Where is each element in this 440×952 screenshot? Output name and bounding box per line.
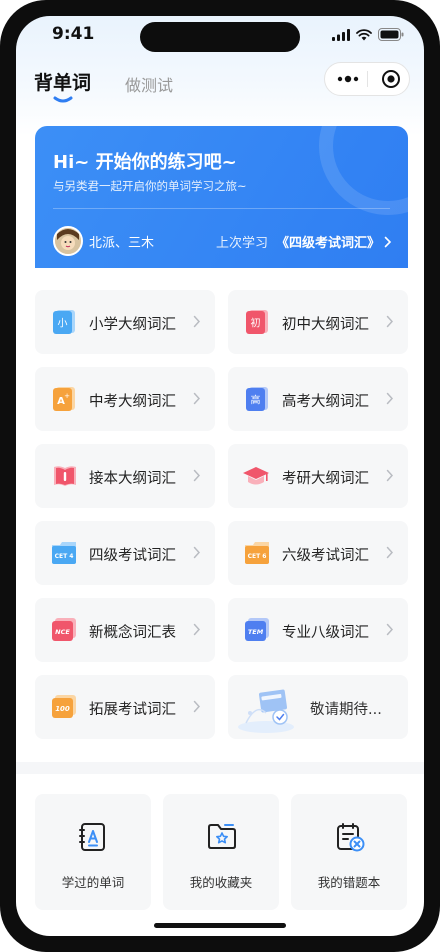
- category-label: 中考大纲词汇: [89, 394, 176, 410]
- learned-words-button[interactable]: 学过的单词: [35, 794, 151, 910]
- phone-frame: 9:41 背单词 做测试 Hi~ 开始你的练习吧~ 与另类君一起开启你的单词学习…: [0, 0, 440, 952]
- category-postgraduate[interactable]: 考研大纲词汇: [228, 444, 408, 508]
- category-label: 考研大纲词汇: [282, 471, 369, 487]
- mistake-book-label: 我的错题本: [317, 875, 381, 890]
- category-label: 敬请期待...: [310, 702, 382, 718]
- chevron-right-icon: [193, 315, 201, 328]
- cet4-icon: CET 4: [52, 542, 76, 564]
- graduation-cap-icon: [243, 467, 269, 485]
- capsule-divider: [367, 71, 368, 87]
- chevron-right-icon: [386, 546, 394, 559]
- category-senior-entrance[interactable]: A + 中考大纲词汇: [35, 367, 215, 431]
- category-label: 新概念词汇表: [89, 625, 176, 641]
- svg-text:CET 6: CET 6: [248, 553, 267, 560]
- more-options-icon[interactable]: [337, 73, 359, 85]
- svg-text:初: 初: [251, 317, 261, 330]
- learned-words-icon: [79, 823, 105, 851]
- category-label: 接本大纲词汇: [89, 471, 176, 487]
- category-label: 小学大纲词汇: [89, 317, 176, 333]
- nce-icon: NCE: [52, 618, 76, 641]
- score-100-icon: 100: [52, 695, 76, 718]
- category-primary-school[interactable]: 小 小学大纲词汇: [35, 290, 215, 354]
- wifi-icon: [356, 28, 372, 40]
- home-indicator: [154, 923, 286, 928]
- chevron-right-icon: [386, 392, 394, 405]
- chevron-right-icon: [386, 469, 394, 482]
- category-extended-exams[interactable]: 100 拓展考试词汇: [35, 675, 215, 739]
- battery-icon: [378, 28, 404, 41]
- favorites-label: 我的收藏夹: [189, 875, 253, 890]
- chevron-right-icon: [193, 546, 201, 559]
- mistake-book-button[interactable]: 我的错题本: [291, 794, 407, 910]
- category-cet6[interactable]: CET 6 六级考试词汇: [228, 521, 408, 585]
- chevron-right-icon: [386, 315, 394, 328]
- coming-soon-illustration-icon: [238, 689, 294, 733]
- banner-subtitle: 与另类君一起开启你的单词学习之旅~: [53, 179, 247, 193]
- svg-text:CET 4: CET 4: [55, 553, 74, 560]
- last-study-link[interactable]: 上次学习 《四级考试词汇》: [216, 232, 392, 251]
- chevron-right-icon: [193, 469, 201, 482]
- category-label: 专业八级词汇: [282, 625, 369, 641]
- category-label: 六级考试词汇: [282, 548, 369, 564]
- category-label: 拓展考试词汇: [89, 702, 176, 718]
- svg-text:NCE: NCE: [55, 628, 70, 636]
- banner-authors: 北派、三木: [89, 236, 155, 251]
- avatar-face-icon: [55, 228, 81, 254]
- favorites-button[interactable]: 我的收藏夹: [163, 794, 279, 910]
- book-icon: [54, 466, 76, 486]
- tab-take-test[interactable]: 做测试: [125, 72, 173, 96]
- xiao-icon: 小: [53, 310, 75, 334]
- category-label: 初中大纲词汇: [282, 317, 369, 333]
- svg-text:高: 高: [251, 394, 261, 407]
- active-tab-indicator: [53, 96, 73, 103]
- category-junior-high[interactable]: 初 初中大纲词汇: [228, 290, 408, 354]
- category-tem8[interactable]: TEM 专业八级词汇: [228, 598, 408, 662]
- mini-program-capsule: [324, 62, 410, 96]
- section-divider: [16, 762, 424, 774]
- svg-text:100: 100: [55, 705, 70, 713]
- svg-text:+: +: [64, 392, 70, 400]
- mistake-book-icon: [337, 823, 365, 852]
- category-cet4[interactable]: CET 4 四级考试词汇: [35, 521, 215, 585]
- category-college-entrance[interactable]: 高 高考大纲词汇: [228, 367, 408, 431]
- last-study-label: 上次学习: [215, 236, 268, 251]
- svg-text:小: 小: [58, 318, 68, 330]
- welcome-banner: Hi~ 开始你的练习吧~ 与另类君一起开启你的单词学习之旅~ 北派、三木 上次学…: [35, 126, 408, 268]
- status-time: 9:41: [52, 24, 95, 44]
- chevron-right-icon: [384, 236, 392, 247]
- a-plus-icon: A +: [53, 387, 75, 411]
- tab-memorize-words[interactable]: 背单词: [34, 68, 91, 95]
- banner-divider: [53, 208, 390, 209]
- chevron-right-icon: [193, 623, 201, 636]
- banner-decoration: [319, 126, 408, 215]
- category-coming-soon: 敬请期待...: [228, 675, 408, 739]
- category-upgrade-bachelor[interactable]: 接本大纲词汇: [35, 444, 215, 508]
- tem-icon: TEM: [245, 618, 269, 641]
- svg-text:TEM: TEM: [248, 628, 264, 636]
- favorites-folder-icon: [208, 824, 236, 849]
- chu-icon: 初: [246, 310, 268, 334]
- banner-title: Hi~ 开始你的练习吧~: [53, 152, 237, 173]
- category-new-concept[interactable]: NCE 新概念词汇表: [35, 598, 215, 662]
- last-study-book: 《四级考试词汇》: [275, 236, 380, 251]
- learned-words-label: 学过的单词: [61, 875, 125, 890]
- chevron-right-icon: [193, 392, 201, 405]
- close-mini-program-icon[interactable]: [381, 69, 401, 89]
- signal-icon: [332, 28, 350, 41]
- category-label: 高考大纲词汇: [282, 394, 369, 410]
- avatar: [53, 226, 83, 256]
- cet6-icon: CET 6: [245, 542, 269, 564]
- category-label: 四级考试词汇: [89, 548, 176, 564]
- chevron-right-icon: [193, 700, 201, 713]
- camera-notch: [140, 22, 300, 52]
- gao-icon: 高: [246, 387, 268, 411]
- chevron-right-icon: [386, 623, 394, 636]
- app-screen: 9:41 背单词 做测试 Hi~ 开始你的练习吧~ 与另类君一起开启你的单词学习…: [16, 16, 424, 936]
- status-icons: [332, 28, 404, 41]
